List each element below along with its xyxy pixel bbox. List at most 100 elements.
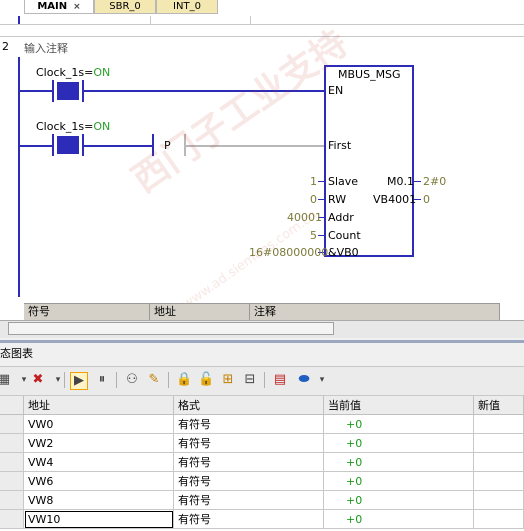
- new-value-cell[interactable]: [474, 434, 524, 453]
- force-read-icon[interactable]: ⊟: [242, 372, 258, 388]
- current-value-cell: +0: [324, 453, 474, 472]
- format-cell[interactable]: 有符号: [174, 472, 324, 491]
- contact1-eq: =: [84, 66, 94, 79]
- contact-bar: [52, 134, 54, 156]
- contact1-state: ON: [93, 66, 111, 79]
- format-cell[interactable]: 有符号: [174, 434, 324, 453]
- tab-int0-label: INT_0: [173, 1, 201, 12]
- previous-network-divider: [250, 16, 251, 24]
- pin-stub: [414, 199, 421, 200]
- column-header-new[interactable]: 新值: [474, 396, 524, 415]
- pin-stub: [414, 181, 421, 182]
- format-cell[interactable]: 有符号: [174, 491, 324, 510]
- network-comment[interactable]: 输入注释: [24, 40, 68, 56]
- row-number[interactable]: 4: [0, 472, 24, 491]
- new-value-cell[interactable]: [474, 472, 524, 491]
- tab-sbr0-label: SBR_0: [109, 1, 141, 12]
- delete-icon[interactable]: ✖: [30, 372, 46, 388]
- column-header-current[interactable]: 当前值: [324, 396, 474, 415]
- done-value[interactable]: 2#0: [423, 175, 446, 188]
- status-chart-title: 状态图表: [0, 344, 513, 364]
- toolbar-separator: [264, 372, 265, 388]
- rw-value[interactable]: 0: [310, 193, 317, 206]
- row-number[interactable]: 6: [0, 510, 24, 529]
- contact2[interactable]: [57, 136, 79, 154]
- current-value-cell: +0: [324, 491, 474, 510]
- symbol-col-symbol: 符号: [24, 303, 150, 320]
- contact1[interactable]: [57, 82, 79, 100]
- pin-addr: Addr: [328, 211, 354, 224]
- toolbar-separator: [168, 372, 169, 388]
- contact2-label: Clock_1s=ON: [36, 120, 110, 133]
- count-value[interactable]: 5: [310, 229, 317, 242]
- slave-value[interactable]: 1: [310, 175, 317, 188]
- new-value-cell[interactable]: [474, 415, 524, 434]
- lock-all-icon[interactable]: ⊞: [220, 372, 236, 388]
- pencil-icon[interactable]: ✎: [146, 372, 162, 388]
- rung-wire: [20, 145, 52, 147]
- tab-int0[interactable]: INT_0: [156, 0, 218, 14]
- tab-sbr0[interactable]: SBR_0: [94, 0, 156, 14]
- pin-rw: RW: [328, 193, 347, 206]
- new-value-cell[interactable]: [474, 453, 524, 472]
- pin-stub: [318, 181, 325, 182]
- network-divider: [0, 36, 524, 37]
- row-number[interactable]: 2: [0, 434, 24, 453]
- address-cell[interactable]: VW6: [24, 472, 174, 491]
- rung-wire: [20, 90, 52, 92]
- row-number[interactable]: 1: [0, 415, 24, 434]
- unlock-icon[interactable]: 🔓: [198, 372, 214, 388]
- table-icon[interactable]: ▦: [0, 372, 12, 388]
- current-value-cell: +0: [324, 415, 474, 434]
- new-value-cell[interactable]: [474, 510, 524, 529]
- current-value-cell: +0: [324, 472, 474, 491]
- address-cell[interactable]: VW0: [24, 415, 174, 434]
- contact2-eq: =: [84, 120, 94, 133]
- contact-bar: [52, 80, 54, 102]
- monitor-play-icon[interactable]: ▶: [70, 372, 88, 390]
- pin-vb: &VB0: [328, 246, 359, 259]
- pin-slave: Slave: [328, 175, 359, 188]
- format-cell[interactable]: 有符号: [174, 453, 324, 472]
- close-icon[interactable]: ×: [73, 2, 81, 12]
- new-value-cell[interactable]: [474, 491, 524, 510]
- network-number: 2: [2, 40, 9, 53]
- contact1-label: Clock_1s=ON: [36, 66, 110, 79]
- power-rail: [18, 57, 20, 297]
- scrollbar-thumb[interactable]: [8, 322, 334, 335]
- pin-stub: [318, 199, 325, 200]
- dropdown-arrow-icon[interactable]: ▾: [314, 372, 330, 388]
- glasses-icon[interactable]: ⚇: [124, 372, 140, 388]
- column-header-address[interactable]: 地址: [24, 396, 174, 415]
- pane-splitter[interactable]: [0, 340, 524, 343]
- contact2-state: ON: [93, 120, 111, 133]
- block-title: MBUS_MSG: [338, 68, 401, 81]
- pin-error: VB4001: [373, 193, 417, 206]
- pause-icon[interactable]: ⏸: [94, 372, 110, 388]
- address-cell[interactable]: VW2: [24, 434, 174, 453]
- error-value[interactable]: 0: [423, 193, 430, 206]
- tab-main[interactable]: MAIN ×: [24, 0, 94, 14]
- column-header-format[interactable]: 格式: [174, 396, 324, 415]
- pin-done: M0.1: [387, 175, 414, 188]
- row-number[interactable]: 5: [0, 491, 24, 510]
- pin-stub: [318, 235, 325, 236]
- lock-icon[interactable]: 🔒: [176, 372, 192, 388]
- symbol-col-address: 地址: [150, 303, 250, 320]
- trend-chart-icon[interactable]: ▤: [272, 372, 288, 388]
- address-cell[interactable]: VW10: [24, 510, 174, 529]
- symbol-col-comment: 注释: [250, 303, 500, 320]
- format-cell[interactable]: 有符号: [174, 510, 324, 529]
- current-value-cell: +0: [324, 434, 474, 453]
- toolbar-separator: [64, 372, 65, 388]
- address-cell[interactable]: VW4: [24, 453, 174, 472]
- contact1-name: Clock_1s: [36, 66, 85, 79]
- contact2-name: Clock_1s: [36, 120, 85, 133]
- pin-en: EN: [328, 84, 344, 97]
- current-value-cell: +0: [324, 510, 474, 529]
- address-cell[interactable]: VW8: [24, 491, 174, 510]
- tab-main-label: MAIN: [37, 1, 68, 12]
- tag-icon[interactable]: ⬬: [296, 372, 312, 388]
- format-cell[interactable]: 有符号: [174, 415, 324, 434]
- row-number[interactable]: 3: [0, 453, 24, 472]
